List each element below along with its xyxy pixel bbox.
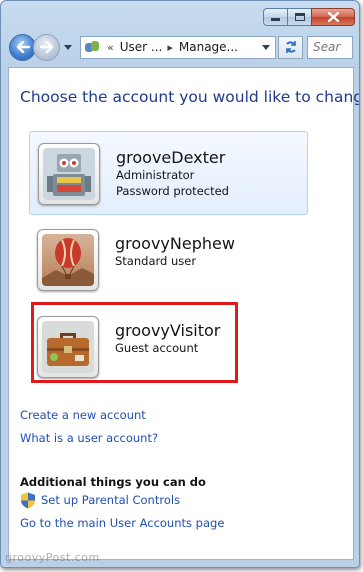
- page-heading: Choose the account you would like to cha…: [20, 88, 360, 106]
- content-panel: Choose the account you would like to cha…: [8, 67, 359, 560]
- close-icon: [327, 12, 339, 22]
- account-type: Standard user: [115, 254, 197, 268]
- refresh-button[interactable]: [278, 35, 303, 59]
- window: « User ... ▸ Manage... Sear Choose the a…: [0, 0, 360, 568]
- hot-air-balloon-icon: [42, 234, 94, 286]
- maximize-button[interactable]: [287, 8, 312, 26]
- recent-pages-dropdown-icon[interactable]: [64, 44, 72, 50]
- user-accounts-icon: [85, 40, 99, 54]
- account-tile-grooveDexter[interactable]: grooveDexter Administrator Password prot…: [29, 131, 308, 215]
- account-picture-frame: [38, 143, 100, 205]
- what-is-user-account-link[interactable]: What is a user account?: [20, 431, 158, 445]
- breadcrumb-separator-icon[interactable]: ▸: [167, 41, 173, 54]
- refresh-icon: [285, 41, 296, 53]
- close-button[interactable]: [311, 8, 355, 26]
- watermark-text: groovyPost.com: [5, 551, 100, 564]
- breadcrumb-user-accounts[interactable]: User ...: [120, 40, 163, 54]
- minimize-button[interactable]: [263, 8, 288, 26]
- minimize-icon: [271, 18, 280, 21]
- account-name: groovyNephew: [115, 234, 235, 253]
- back-arrow-icon: [16, 41, 30, 53]
- main-user-accounts-link[interactable]: Go to the main User Accounts page: [20, 516, 224, 530]
- navigation-bar: « User ... ▸ Manage... Sear: [9, 33, 353, 61]
- account-tile-groovyNephew[interactable]: groovyNephew Standard user: [29, 218, 308, 302]
- additional-things-heading: Additional things you can do: [20, 475, 206, 489]
- maximize-icon: [294, 13, 305, 21]
- uac-shield-icon: [21, 492, 35, 509]
- breadcrumb-overflow[interactable]: «: [107, 41, 114, 54]
- breadcrumb-manage-accounts[interactable]: Manage...: [179, 40, 238, 54]
- account-type: Administrator: [116, 168, 195, 182]
- account-picture-frame: [37, 229, 99, 291]
- create-account-link[interactable]: Create a new account: [20, 408, 146, 422]
- address-bar[interactable]: « User ... ▸ Manage...: [80, 35, 276, 59]
- highlight-annotation-box: [31, 302, 238, 383]
- caption-buttons: [263, 8, 355, 26]
- account-password-status: Password protected: [116, 184, 229, 198]
- search-input[interactable]: Sear: [307, 35, 353, 59]
- forward-arrow-icon: [39, 41, 53, 53]
- address-dropdown-icon[interactable]: [262, 44, 270, 50]
- forward-button[interactable]: [33, 33, 60, 61]
- parental-controls-link[interactable]: Set up Parental Controls: [41, 493, 180, 507]
- robot-toy-icon: [43, 148, 95, 200]
- back-button[interactable]: [9, 33, 36, 61]
- account-name: grooveDexter: [116, 148, 226, 167]
